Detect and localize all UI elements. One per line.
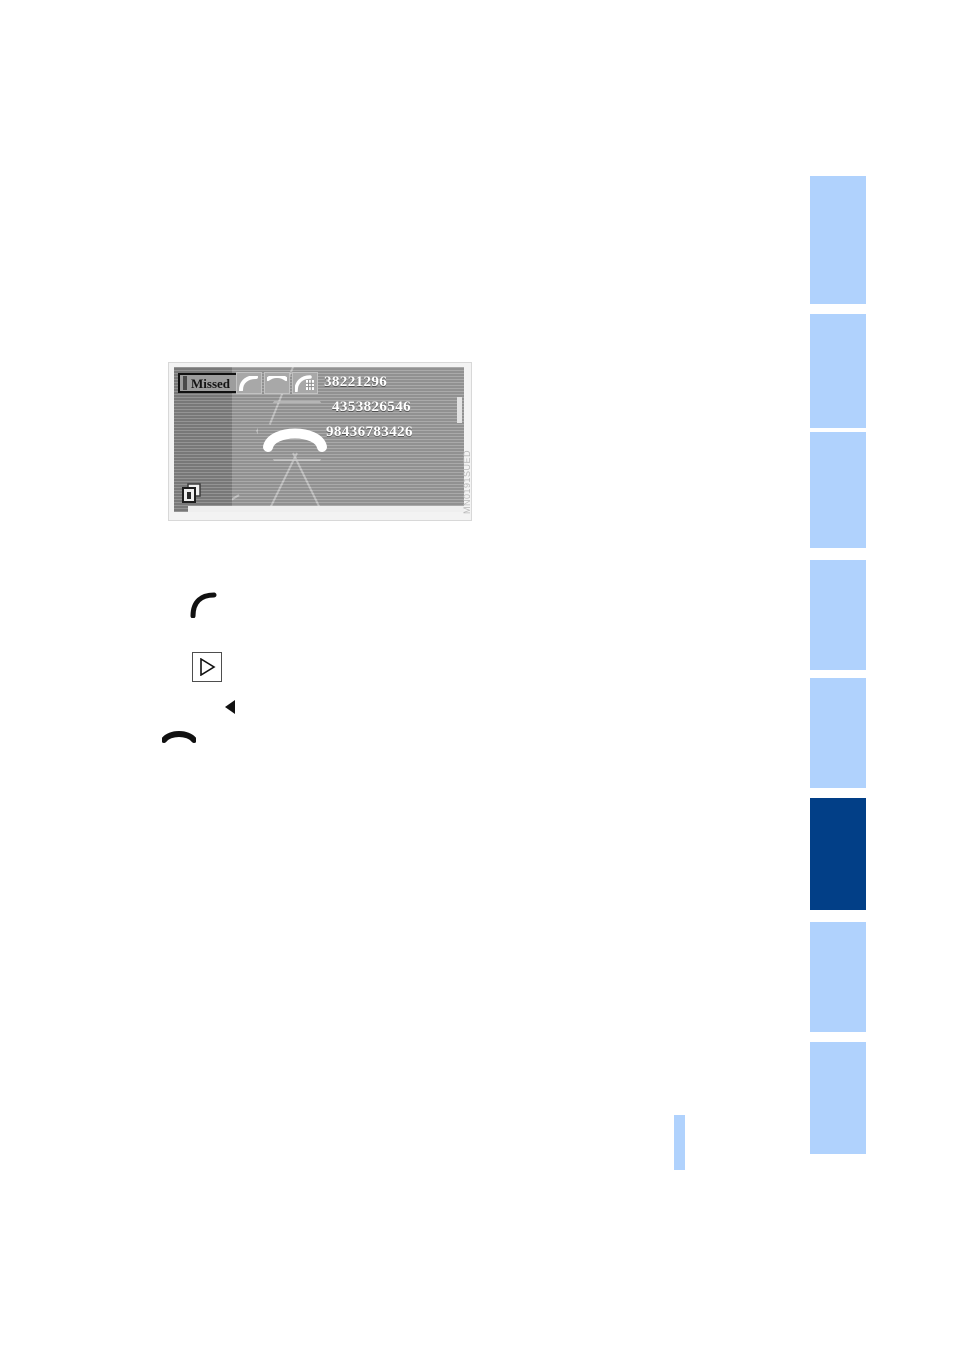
map-road-line [261, 452, 298, 512]
figure-phone-call-list: Missed 38221296 4353826546 98436783426 [168, 362, 472, 521]
map-road-line [292, 452, 329, 512]
play-triangle-button-icon[interactable] [192, 652, 222, 682]
side-tab-strip[interactable] [810, 0, 866, 1351]
side-tab-5[interactable] [810, 678, 866, 788]
side-tab-7[interactable] [810, 922, 866, 1032]
handset-up-icon [190, 592, 220, 619]
play-triangle-box[interactable] [192, 652, 222, 682]
status-tab-missed[interactable]: Missed [178, 373, 239, 393]
status-tab-label: Missed [191, 375, 230, 391]
display-screen: Missed 38221296 4353826546 98436783426 [174, 367, 464, 512]
side-tab-6-active[interactable] [810, 798, 866, 910]
multi-window-icon[interactable] [182, 483, 202, 503]
handset-incoming-icon[interactable] [236, 372, 262, 394]
call-number-list[interactable]: 38221296 4353826546 98436783426 [324, 375, 464, 450]
page-edge-marker [674, 1115, 685, 1170]
list-item[interactable]: 4353826546 [332, 400, 464, 415]
side-tab-4[interactable] [810, 560, 866, 670]
handset-icon [262, 413, 328, 457]
list-item[interactable]: 38221296 [324, 375, 464, 390]
status-tab-indicator [183, 376, 187, 390]
figure-id-watermark: MN0191SUED [462, 450, 472, 515]
handset-outgoing-icon[interactable] [264, 372, 290, 394]
display-bottom-edge [188, 506, 464, 512]
list-item[interactable]: 98436783426 [326, 425, 464, 440]
display-scrollbar[interactable] [457, 397, 462, 423]
call-type-button-row[interactable] [236, 372, 318, 394]
triangle-left-icon [222, 698, 240, 716]
side-tab-1[interactable] [810, 176, 866, 304]
handset-keypad-icon[interactable] [292, 372, 318, 394]
side-tab-8[interactable] [810, 1042, 866, 1154]
side-tab-2[interactable] [810, 314, 866, 428]
side-tab-3[interactable] [810, 432, 866, 548]
handset-down-icon [161, 728, 197, 754]
